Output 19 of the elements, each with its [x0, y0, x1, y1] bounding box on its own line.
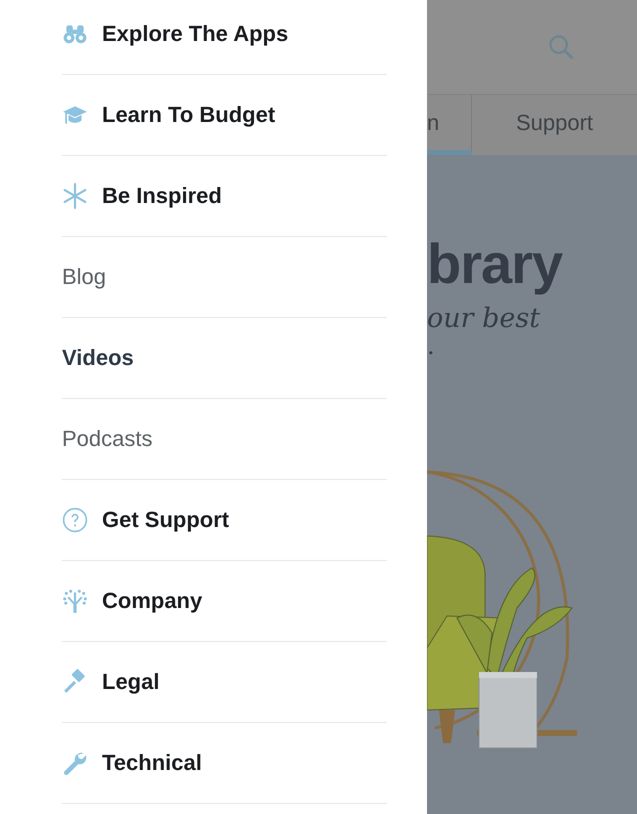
menu-link[interactable]: Blog [62, 237, 387, 318]
menu-item[interactable]: Explore The Apps [62, 0, 387, 75]
menu-item[interactable]: Get Support [62, 480, 387, 561]
asterisk-icon [62, 183, 88, 209]
search-icon[interactable] [547, 33, 575, 61]
page-heading: brary [427, 233, 564, 295]
wrench-icon [62, 750, 88, 776]
menu-item[interactable]: Learn To Budget [62, 75, 387, 156]
menu-link[interactable]: Videos [62, 318, 387, 399]
menu-item[interactable]: Be Inspired [62, 156, 387, 237]
menu-item[interactable]: Technical [62, 723, 387, 804]
menu-item[interactable]: Company [62, 561, 387, 642]
page-subtitle: our best [427, 302, 542, 336]
tree-icon [62, 588, 88, 614]
page-subtitle: . [427, 334, 436, 358]
help-icon [62, 507, 88, 533]
gavel-icon [62, 669, 88, 695]
menu-item[interactable]: Legal [62, 642, 387, 723]
menu-link[interactable]: Podcasts [62, 399, 387, 480]
